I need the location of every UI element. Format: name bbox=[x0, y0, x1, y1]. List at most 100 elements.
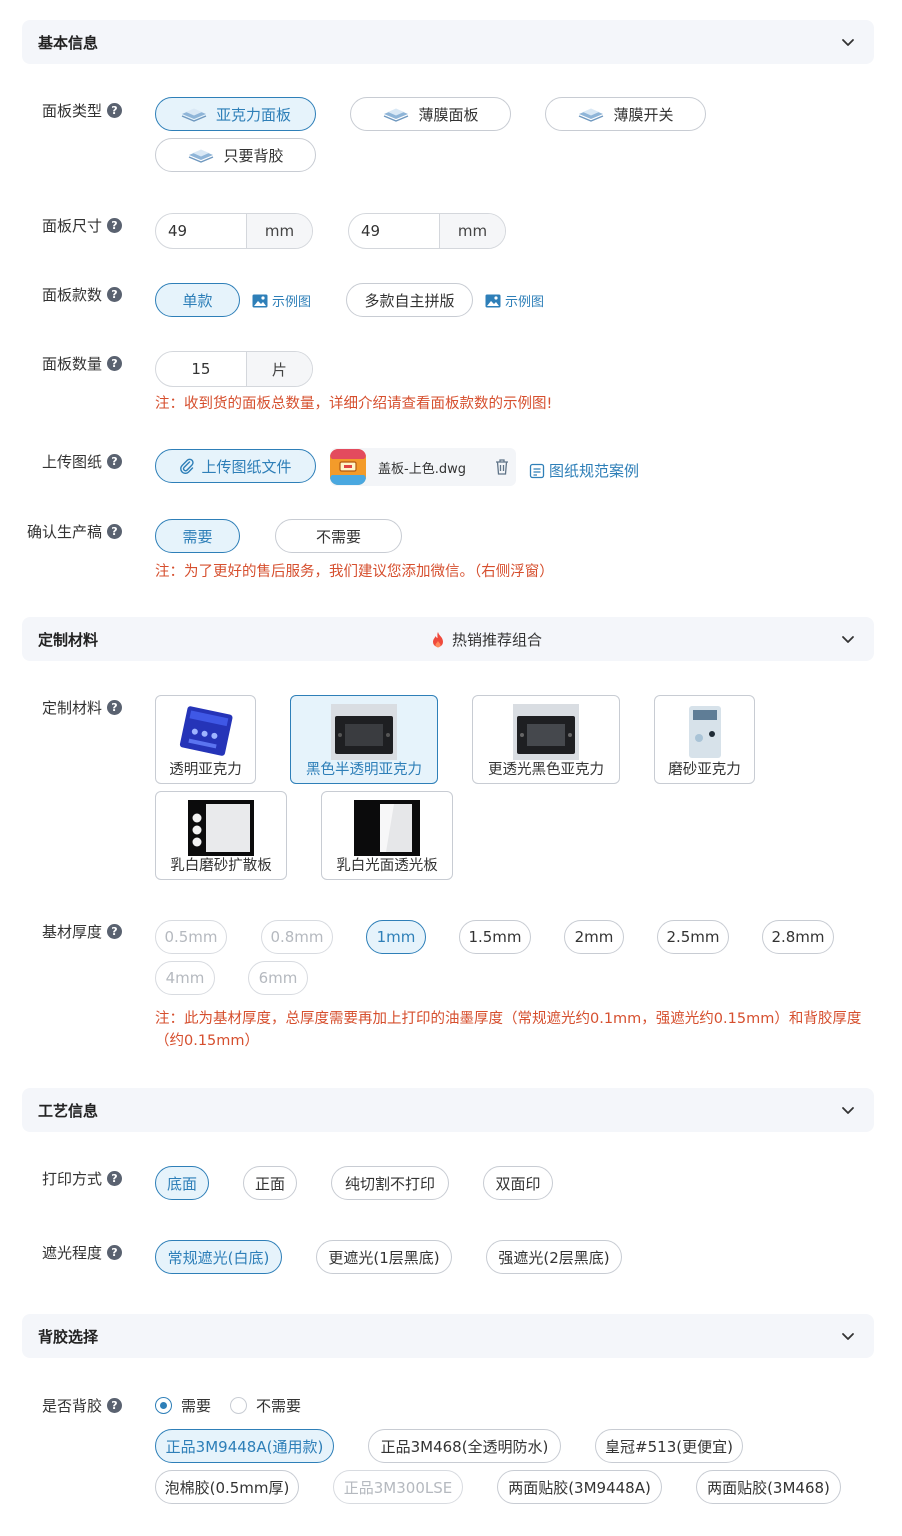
upload-button-label: 上传图纸文件 bbox=[201, 457, 292, 476]
material-card-frosted-acrylic[interactable]: 磨砂亚克力 bbox=[654, 695, 755, 784]
label-text: 遮光程度 bbox=[41, 1244, 102, 1262]
option-adhesive-3m9448a[interactable]: 正品3M9448A(通用款) bbox=[155, 1429, 334, 1463]
note-thickness: 注：此为基材厚度，总厚度需要再加上打印的油墨厚度（常规遮光约0.1mm，强遮光约… bbox=[155, 1011, 862, 1049]
material-card-milky-glossy[interactable]: 乳白光面透光板 bbox=[321, 791, 453, 880]
option-thickness-6[interactable]: 6mm bbox=[248, 961, 308, 995]
help-icon[interactable]: ? bbox=[107, 454, 122, 469]
quantity-input[interactable]: 15 bbox=[156, 352, 247, 386]
hot-combo-link[interactable]: 热销推荐组合 bbox=[430, 629, 542, 650]
section-title: 基本信息 bbox=[38, 33, 99, 52]
option-adhesive-foam[interactable]: 泡棉胶(0.5mm厚) bbox=[155, 1470, 299, 1504]
section-title: 背胶选择 bbox=[38, 1327, 99, 1346]
label-custom-material: 定制材料? bbox=[42, 697, 122, 718]
material-card-clear-acrylic[interactable]: 透明亚克力 bbox=[155, 695, 256, 784]
drawing-spec-link[interactable]: 图纸规范案例 bbox=[529, 460, 639, 481]
help-icon[interactable]: ? bbox=[107, 218, 122, 233]
material-label: 透明亚克力 bbox=[169, 762, 242, 778]
radio-label: 不需要 bbox=[256, 1397, 302, 1415]
quantity-unit: 片 bbox=[246, 352, 312, 386]
label-panel-size: 面板尺寸? bbox=[42, 215, 122, 236]
help-icon[interactable]: ? bbox=[107, 356, 122, 371]
option-panel-type-film-switch[interactable]: 薄膜开关 bbox=[545, 97, 706, 131]
option-print-double[interactable]: 双面印 bbox=[483, 1166, 553, 1200]
help-icon[interactable]: ? bbox=[107, 1245, 122, 1260]
help-icon[interactable]: ? bbox=[107, 1398, 122, 1413]
option-panel-type-film-panel[interactable]: 薄膜面板 bbox=[350, 97, 511, 131]
radio-label: 需要 bbox=[181, 1397, 212, 1415]
option-thickness-2[interactable]: 2mm bbox=[564, 920, 624, 954]
option-thickness-1-5[interactable]: 1.5mm bbox=[459, 920, 531, 954]
section-header-material[interactable]: 定制材料 热销推荐组合 bbox=[22, 617, 874, 661]
material-card-black-translucent[interactable]: 黑色半透明亚克力 bbox=[290, 695, 438, 784]
note-proof: 注：为了更好的售后服务，我们建议您添加微信。（右侧浮窗） bbox=[155, 564, 554, 580]
black-acrylic-image bbox=[513, 704, 579, 760]
radio-adhesive-no[interactable]: 不需要 bbox=[230, 1395, 301, 1416]
help-icon[interactable]: ? bbox=[107, 700, 122, 715]
label-text: 是否背胶 bbox=[41, 1397, 102, 1415]
option-adhesive-double-468[interactable]: 两面贴胶(3M468) bbox=[696, 1470, 841, 1504]
example-link-single[interactable]: 示例图 bbox=[252, 291, 311, 310]
option-label: 亚克力面板 bbox=[215, 105, 291, 124]
section-title: 定制材料 bbox=[38, 630, 99, 649]
option-shading-strong[interactable]: 强遮光(2层黑底) bbox=[486, 1240, 622, 1274]
option-adhesive-3m468[interactable]: 正品3M468(全透明防水) bbox=[368, 1429, 561, 1463]
option-thickness-1[interactable]: 1mm bbox=[366, 920, 426, 954]
help-icon[interactable]: ? bbox=[107, 524, 122, 539]
image-icon bbox=[252, 294, 268, 307]
width-input-group: 49 mm bbox=[155, 213, 313, 249]
option-panel-type-acrylic[interactable]: 亚克力面板 bbox=[155, 97, 316, 131]
height-input[interactable]: 49 bbox=[349, 214, 440, 248]
radio-dot bbox=[155, 1397, 172, 1414]
option-single-style[interactable]: 单款 bbox=[155, 283, 240, 317]
option-adhesive-double-9448a[interactable]: 两面贴胶(3M9448A) bbox=[497, 1470, 662, 1504]
width-unit: mm bbox=[246, 214, 312, 248]
trash-icon[interactable] bbox=[494, 458, 510, 476]
label-panel-styles: 面板款数? bbox=[42, 284, 122, 305]
option-thickness-2-5[interactable]: 2.5mm bbox=[657, 920, 729, 954]
option-adhesive-crown-513[interactable]: 皇冠#513(更便宜) bbox=[595, 1429, 743, 1463]
label-text: 面板类型 bbox=[41, 102, 102, 120]
label-panel-type: 面板类型? bbox=[42, 100, 122, 121]
option-print-front[interactable]: 正面 bbox=[243, 1166, 297, 1200]
option-panel-type-adhesive-only[interactable]: 只要背胶 bbox=[155, 138, 316, 172]
quantity-input-group: 15 片 bbox=[155, 351, 313, 387]
radio-adhesive-yes[interactable]: 需要 bbox=[155, 1395, 211, 1416]
option-shading-more[interactable]: 更遮光(1层黑底) bbox=[316, 1240, 452, 1274]
option-proof-no[interactable]: 不需要 bbox=[275, 519, 402, 553]
help-icon[interactable]: ? bbox=[107, 1171, 122, 1186]
help-icon[interactable]: ? bbox=[107, 287, 122, 302]
option-label: 只要背胶 bbox=[223, 146, 284, 165]
material-card-high-transmit-black[interactable]: 更透光黑色亚克力 bbox=[472, 695, 620, 784]
clear-acrylic-image bbox=[172, 704, 239, 760]
option-multi-style[interactable]: 多款自主拼版 bbox=[346, 283, 473, 317]
help-icon[interactable]: ? bbox=[107, 924, 122, 939]
option-label: 薄膜面板 bbox=[418, 105, 479, 124]
section-header-adhesive[interactable]: 背胶选择 bbox=[22, 1314, 874, 1358]
option-thickness-2-8[interactable]: 2.8mm bbox=[762, 920, 834, 954]
upload-file-button[interactable]: 上传图纸文件 bbox=[155, 449, 316, 483]
option-shading-normal[interactable]: 常规遮光(白底) bbox=[155, 1240, 282, 1274]
chevron-down-icon[interactable] bbox=[840, 1328, 856, 1344]
section-header-basic[interactable]: 基本信息 bbox=[22, 20, 874, 64]
label-text: 打印方式 bbox=[41, 1170, 102, 1188]
option-cut-only[interactable]: 纯切割不打印 bbox=[331, 1166, 449, 1200]
option-adhesive-3m300lse[interactable]: 正品3M300LSE bbox=[333, 1470, 463, 1504]
fire-icon bbox=[433, 631, 443, 647]
option-print-bottom[interactable]: 底面 bbox=[155, 1166, 209, 1200]
label-upload: 上传图纸? bbox=[42, 451, 122, 472]
chevron-down-icon[interactable] bbox=[840, 1102, 856, 1118]
frosted-acrylic-image bbox=[688, 706, 721, 758]
width-input[interactable]: 49 bbox=[156, 214, 247, 248]
option-thickness-4[interactable]: 4mm bbox=[155, 961, 215, 995]
chevron-down-icon[interactable] bbox=[840, 34, 856, 50]
section-header-craft[interactable]: 工艺信息 bbox=[22, 1088, 874, 1132]
option-proof-yes[interactable]: 需要 bbox=[155, 519, 240, 553]
label-shading: 遮光程度? bbox=[42, 1242, 122, 1263]
example-link-multi[interactable]: 示例图 bbox=[485, 291, 544, 310]
chevron-down-icon[interactable] bbox=[840, 631, 856, 647]
material-card-milky-frosted-diffuser[interactable]: 乳白磨砂扩散板 bbox=[155, 791, 287, 880]
option-thickness-0-8[interactable]: 0.8mm bbox=[261, 920, 333, 954]
panel-stack-icon bbox=[579, 108, 604, 122]
option-thickness-0-5[interactable]: 0.5mm bbox=[155, 920, 227, 954]
help-icon[interactable]: ? bbox=[107, 103, 122, 118]
